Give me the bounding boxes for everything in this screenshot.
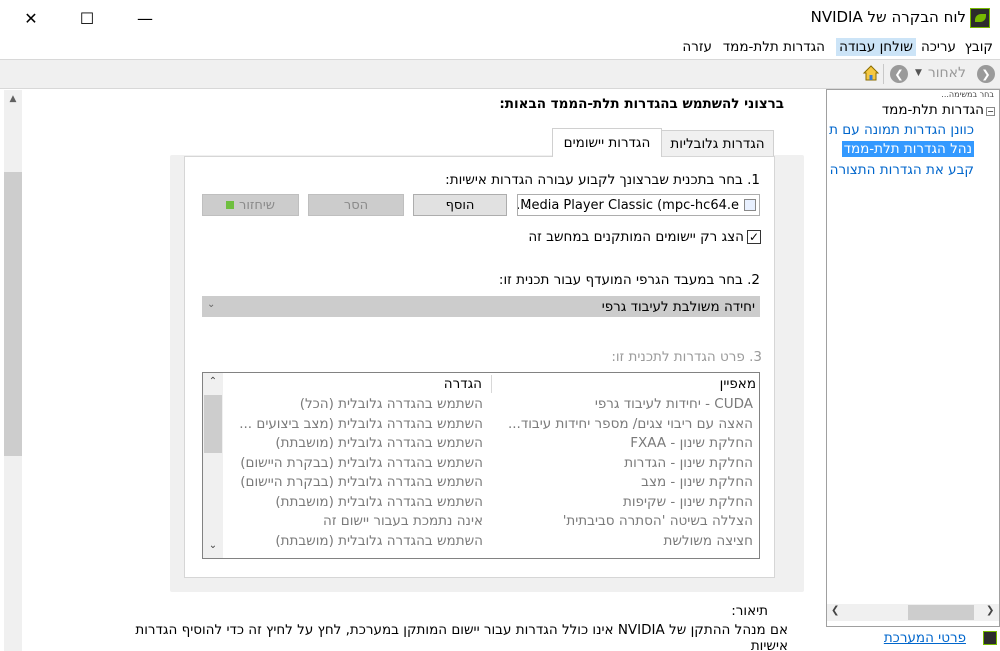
chevron-down-icon[interactable]: ⌄ (523, 198, 532, 211)
table-row[interactable]: חציצה משולשת השתמש בהגדרה גלובלית (מושבתת… (224, 533, 759, 553)
row-setting: השתמש בהגדרה גלובלית (הכל) (299, 396, 483, 412)
nvidia-logo-icon (983, 631, 997, 645)
restore-icon (226, 201, 234, 209)
column-header-feature[interactable]: מאפיין (720, 376, 756, 392)
row-feature: חציצה משולשת (663, 532, 754, 549)
main-scrollbar-thumb[interactable] (4, 172, 22, 456)
column-header-setting[interactable]: הגדרה (444, 376, 482, 392)
collapse-icon[interactable]: − (986, 107, 995, 116)
forward-arrow-icon: ❮ (894, 67, 904, 81)
toolbar (0, 59, 1000, 89)
tree-item-image-settings[interactable]: כוונן הגדרות תמונה עם ת (829, 122, 974, 138)
page-title: ברצוני להשתמש בהגדרות תלת-הממד הבאות: (499, 96, 784, 112)
restore-button[interactable]: שיחזור (202, 194, 299, 216)
table-row[interactable]: החלקת שינון - FXAA השתמש בהגדרה גלובלית (… (224, 435, 759, 455)
column-divider[interactable] (491, 375, 492, 393)
table-row[interactable]: הצללה בשיטה 'הסתרה סביבתית' אינה נתמכת בע… (224, 513, 759, 533)
row-feature: החלקת שינון - הגדרות (624, 454, 753, 471)
tree-item-configure[interactable]: קבע את הגדרות התצורה (829, 162, 974, 178)
table-row[interactable]: החלקת שינון - הגדרות השתמש בהגדרה גלובלית… (224, 455, 759, 475)
step1-label: 1. בחר בתכנית שברצונך לקבוע עבורה הגדרות… (445, 172, 760, 188)
row-feature: החלקת שינון - FXAA (630, 435, 753, 451)
toolbar-separator (883, 64, 884, 84)
scroll-left-icon[interactable]: ❮ (831, 605, 839, 616)
row-feature: החלקת שינון - מצב (641, 474, 753, 490)
table-row[interactable]: החלקת שינון - שקיפות השתמש בהגדרה גלובלית… (224, 494, 759, 514)
minimize-icon: — (137, 8, 153, 28)
back-button[interactable]: ❯ (977, 65, 995, 83)
row-setting: השתמש בהגדרה גלובלית (מושבתת) (275, 493, 483, 510)
table-row[interactable]: האצה עם ריבוי צגים/ מספר יחידות עיבוד...… (224, 416, 759, 436)
tree-scrollbar-thumb[interactable] (908, 605, 974, 620)
row-feature: הצללה בשיטה 'הסתרה סביבתית' (562, 513, 753, 529)
add-button[interactable]: הוסף (413, 194, 507, 216)
row-setting: השתמש בהגדרה גלובלית (בבקרת היישום) (240, 454, 483, 471)
step3-label: 3. פרט הגדרות לתכנית זו: (611, 349, 762, 365)
scroll-down-icon[interactable]: ⌄ (203, 540, 223, 556)
installed-only-label: הצג רק יישומים המותקנים במחשב זה (528, 229, 744, 245)
row-setting: אינה נתמכת בעבור יישום זה (323, 513, 483, 529)
maximize-icon: ☐ (79, 8, 95, 28)
menu-edit[interactable]: עריכה (918, 38, 959, 56)
tab-program-settings[interactable]: הגדרות יישומים (552, 128, 662, 157)
tab-global-settings[interactable]: הגדרות גלובליות (661, 130, 774, 156)
home-icon[interactable] (862, 64, 880, 82)
scroll-right-icon[interactable]: ❯ (986, 605, 994, 616)
gpu-select-value: יחידה משולבת לעיבוד גרפי (601, 298, 755, 315)
installed-only-checkbox[interactable]: ✓ (747, 230, 761, 244)
tree-caption: בחר במשימה... (941, 90, 994, 99)
close-icon: ✕ (24, 8, 38, 28)
program-select[interactable]: Media Player Classic (mpc-hc64.e... (517, 194, 760, 216)
row-setting: השתמש בהגדרה גלובלית (מושבתת) (275, 435, 483, 451)
row-feature: החלקת שינון - שקיפות (623, 493, 753, 510)
chevron-down-icon[interactable]: ⌄ (207, 299, 215, 310)
table-row[interactable]: CUDA - יחידות לעיבוד גרפי השתמש בהגדרה גל… (224, 396, 759, 416)
description-label: תיאור: (731, 603, 768, 619)
close-button[interactable]: ✕ (6, 0, 56, 36)
tree-item-manage-3d[interactable]: נהל הגדרות תלת-ממד (842, 141, 974, 157)
forward-button[interactable]: ❮ (890, 65, 908, 83)
table-row[interactable]: החלקת שינון - מצב השתמש בהגדרה גלובלית (ב… (224, 474, 759, 494)
row-feature: CUDA - יחידות לעיבוד גרפי (594, 396, 753, 412)
history-dropdown-icon[interactable]: ▼ (915, 68, 922, 78)
tree-root-3d-settings[interactable]: הגדרות תלת-ממד (882, 102, 984, 118)
gpu-select[interactable]: יחידה משולבת לעיבוד גרפי (202, 296, 760, 317)
scroll-up-icon[interactable]: ▲ (4, 94, 22, 108)
system-information-link[interactable]: פרטי המערכת (884, 630, 966, 646)
menu-3d-settings[interactable]: הגדרות תלת-ממד (720, 38, 828, 56)
program-select-value: Media Player Classic (mpc-hc64.e... (518, 197, 739, 213)
maximize-button[interactable]: ☐ (62, 0, 112, 36)
nvidia-logo-icon (970, 8, 990, 28)
row-setting: השתמש בהגדרה גלובלית (בבקרת היישום) (240, 474, 483, 490)
row-setting: השתמש בהגדרה גלובלית (מצב ביצועים ... (239, 415, 483, 432)
menu-help[interactable]: עזרה (679, 38, 715, 56)
step2-label: 2. בחר במעבד הגרפי המועדף עבור תכנית זו: (498, 272, 760, 288)
minimize-button[interactable]: — (120, 0, 170, 36)
restore-label: שיחזור (239, 197, 275, 213)
description-text: אם מנהל ההתקן של NVIDIA אינו כולל הגדרות… (135, 622, 788, 651)
back-arrow-icon: ❯ (981, 67, 991, 81)
program-icon (744, 199, 756, 211)
remove-button[interactable]: הסר (308, 194, 404, 216)
row-setting: השתמש בהגדרה גלובלית (מושבתת) (275, 532, 483, 549)
window-title: לוח הבקרה של NVIDIA (810, 8, 966, 26)
table-scrollbar-thumb[interactable] (204, 395, 222, 453)
menu-desktop[interactable]: שולחן עבודה (836, 38, 916, 56)
scroll-up-icon[interactable]: ⌃ (203, 376, 223, 392)
menu-file[interactable]: קובץ (962, 38, 996, 56)
row-feature: האצה עם ריבוי צגים/ מספר יחידות עיבוד... (507, 415, 753, 432)
back-label[interactable]: לאחור (928, 65, 966, 81)
